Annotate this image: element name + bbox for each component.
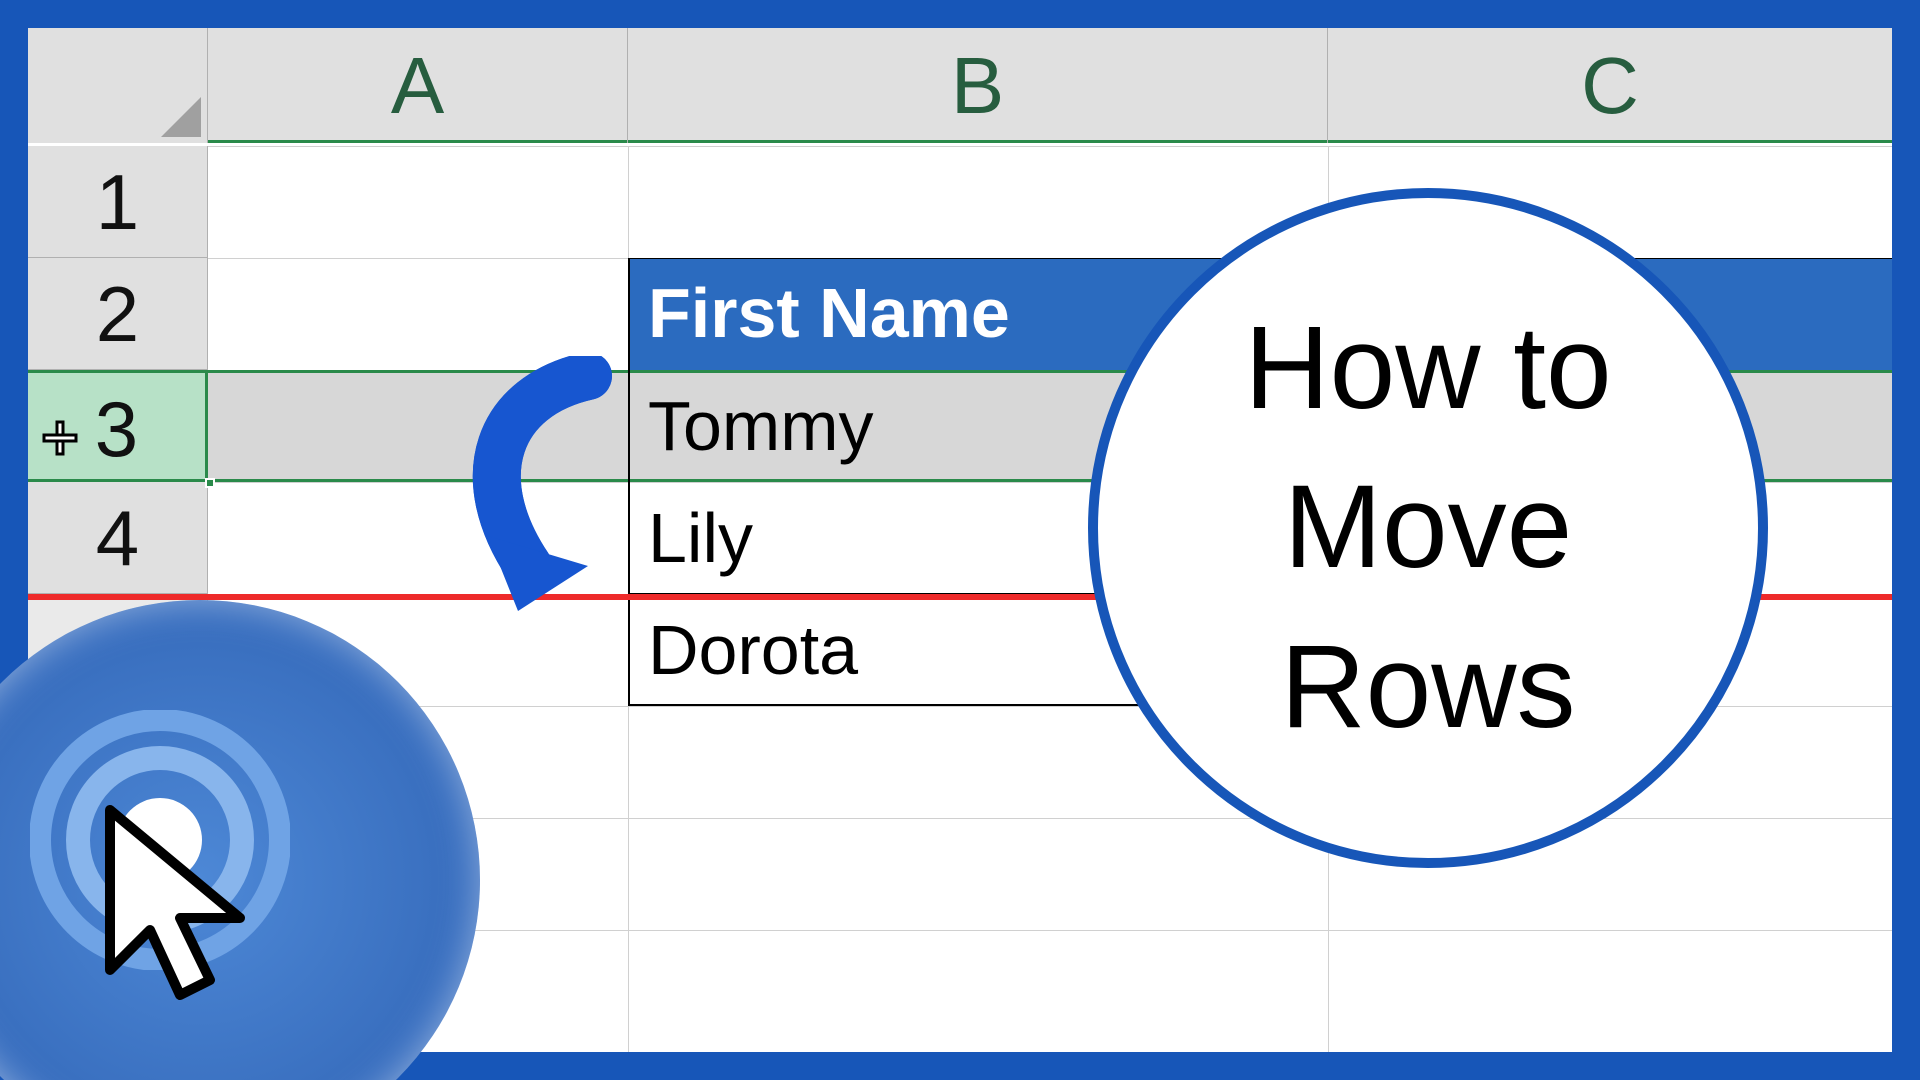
thumbnail-frame: A B C 1 2 3 4 5 First Name me (0, 0, 1920, 1080)
column-header-A[interactable]: A (208, 28, 628, 143)
table-header-first-name: First Name (648, 273, 1010, 353)
select-all-corner[interactable] (28, 28, 208, 143)
row-header-2[interactable]: 2 (28, 258, 208, 370)
row-header-1[interactable]: 1 (28, 146, 208, 258)
column-header-B[interactable]: B (628, 28, 1328, 143)
gridline (208, 146, 1892, 147)
selection-fill-handle[interactable] (205, 478, 215, 488)
row-header-4[interactable]: 4 (28, 482, 208, 594)
title-line-1: How to (1244, 289, 1611, 448)
title-line-2: Move (1284, 448, 1573, 607)
title-circle-overlay: How to Move Rows (1088, 188, 1768, 868)
mouse-cursor-icon (90, 800, 270, 1020)
select-all-triangle-icon (161, 97, 201, 137)
column-header-C[interactable]: C (1328, 28, 1892, 143)
column-header-bar: A B C (28, 28, 1892, 143)
title-line-3: Rows (1280, 608, 1575, 767)
row-insert-cursor-icon (40, 418, 80, 458)
